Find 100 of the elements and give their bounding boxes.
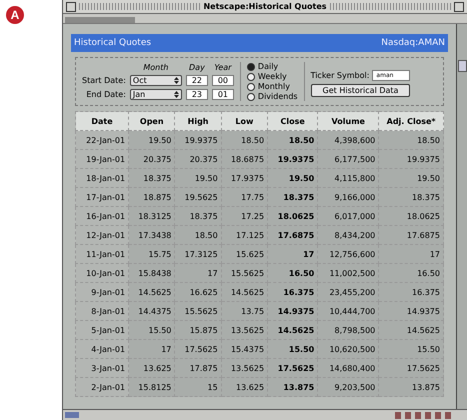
table-cell: 9,203,500 xyxy=(318,378,379,396)
table-cell: 10,620,500 xyxy=(318,340,379,358)
table-cell: 18.375 xyxy=(174,206,222,226)
table-cell: 18.375 xyxy=(268,188,318,206)
table-cell: 23,455,200 xyxy=(318,282,379,302)
table-cell: 15.4375 xyxy=(221,340,268,358)
table-cell: 10,444,700 xyxy=(318,302,379,320)
field-label: End Date: xyxy=(85,90,126,100)
column-header: High xyxy=(174,112,222,130)
table-cell: 15.50 xyxy=(128,320,175,340)
table-cell: 22-Jan-01 xyxy=(76,130,129,150)
radio-label: Daily xyxy=(258,62,278,71)
field-label: Start Date: xyxy=(82,76,126,85)
table-cell: 16.625 xyxy=(174,282,222,302)
table-cell: 18.6875 xyxy=(221,150,268,168)
table-cell: 8,798,500 xyxy=(318,320,379,340)
table-cell: 19-Jan-01 xyxy=(76,150,129,168)
table-cell: 19.9375 xyxy=(268,150,318,168)
table-cell: 17.9375 xyxy=(221,168,268,188)
table-cell: 17.125 xyxy=(221,226,268,244)
table-cell: 15.5625 xyxy=(174,302,222,320)
table-cell: 13.5625 xyxy=(221,320,268,340)
table-cell: 19.5625 xyxy=(174,188,222,206)
get-data-button[interactable]: Get Historical Data xyxy=(310,84,410,97)
table-cell: 17 xyxy=(174,264,222,282)
table-cell: 19.50 xyxy=(378,168,444,188)
scroll-bar[interactable] xyxy=(456,24,467,409)
table-cell: 17.6875 xyxy=(268,226,318,244)
table-cell: 17 xyxy=(128,340,175,358)
table-cell: 18.50 xyxy=(221,130,268,150)
radio-button[interactable] xyxy=(246,72,255,80)
table-cell: 15.625 xyxy=(221,244,268,264)
table-cell: 16.50 xyxy=(378,264,444,282)
radio-button[interactable] xyxy=(246,62,255,70)
table-cell: 18.50 xyxy=(174,226,222,244)
day-field[interactable]: 22 xyxy=(186,74,208,86)
table-cell: 8-Jan-01 xyxy=(76,302,129,320)
table-cell: 12,756,600 xyxy=(318,244,379,264)
zoom-box-icon[interactable] xyxy=(454,2,464,12)
year-field[interactable]: 00 xyxy=(212,74,234,86)
table-cell: 14.9375 xyxy=(268,302,318,320)
table-cell: 15 xyxy=(174,378,222,396)
table-cell: 17-Jan-01 xyxy=(76,188,129,206)
table-cell: 18.50 xyxy=(378,130,444,150)
table-cell: 5-Jan-01 xyxy=(76,320,129,340)
up-down-arrows-icon xyxy=(174,91,179,98)
table-cell: 6,017,000 xyxy=(318,206,379,226)
table-cell: 17.5625 xyxy=(378,358,444,378)
radio-label: Weekly xyxy=(258,72,287,81)
table-cell: 16-Jan-01 xyxy=(76,206,129,226)
year-field[interactable]: 01 xyxy=(212,89,234,100)
table-cell: 14,680,400 xyxy=(318,358,379,378)
table-cell: 16.50 xyxy=(268,264,318,282)
table-cell: 19.50 xyxy=(268,168,318,188)
table-cell: 15.5625 xyxy=(221,264,268,282)
column-header: Volume xyxy=(318,112,379,130)
table-cell: 3-Jan-01 xyxy=(76,358,129,378)
table-cell: 2-Jan-01 xyxy=(76,378,129,396)
day-field[interactable]: 23 xyxy=(186,89,208,100)
column-label: Day xyxy=(188,62,206,72)
table-cell: 13.625 xyxy=(221,378,268,396)
table-cell: 15.8125 xyxy=(128,378,175,396)
table-cell: 11,002,500 xyxy=(318,264,379,282)
table-cell: 8,434,200 xyxy=(318,226,379,244)
table-cell: 20.375 xyxy=(174,150,222,168)
table-cell: 14.5625 xyxy=(378,320,444,340)
table-cell: 6,177,500 xyxy=(318,150,379,168)
table-cell: 4,115,800 xyxy=(318,168,379,188)
column-label: Month xyxy=(142,62,170,72)
table-cell: 4-Jan-01 xyxy=(76,340,129,358)
table-cell: 19.50 xyxy=(174,168,222,188)
table-cell: 19.50 xyxy=(128,130,175,150)
table-cell: 14.5625 xyxy=(221,282,268,302)
table-cell: 18.875 xyxy=(128,188,175,206)
table-cell: 17.5625 xyxy=(268,358,318,378)
table-cell: 17.75 xyxy=(221,188,268,206)
table-cell: 20.375 xyxy=(128,150,175,168)
table-cell: 14.5625 xyxy=(268,320,318,340)
column-header: Adj. Close* xyxy=(378,112,444,130)
table-cell: 10-Jan-01 xyxy=(76,264,129,282)
column-header: Open xyxy=(128,112,175,130)
table-cell: 18.0625 xyxy=(378,206,444,226)
radio-button[interactable] xyxy=(246,82,255,90)
window-title: Netscape:Historical Quotes xyxy=(203,2,327,11)
table-cell: 14.4375 xyxy=(128,302,175,320)
up-down-arrows-icon xyxy=(174,76,179,84)
table-cell: 12-Jan-01 xyxy=(76,226,129,244)
table-cell: 13.875 xyxy=(378,378,444,396)
table-cell: 16.375 xyxy=(378,282,444,302)
table-cell: 15.50 xyxy=(268,340,318,358)
radio-button[interactable] xyxy=(246,92,255,100)
column-header: Low xyxy=(221,112,268,130)
month-dropdown[interactable]: Oct xyxy=(130,74,182,86)
close-box-icon[interactable] xyxy=(66,2,76,12)
radio-label: Monthly xyxy=(258,82,290,91)
table-cell: 17.875 xyxy=(174,358,222,378)
table-cell: 9,166,000 xyxy=(318,188,379,206)
table-cell: 18.50 xyxy=(268,130,318,150)
table-cell: 15.8438 xyxy=(128,264,175,282)
month-dropdown[interactable]: Jan xyxy=(130,89,182,100)
